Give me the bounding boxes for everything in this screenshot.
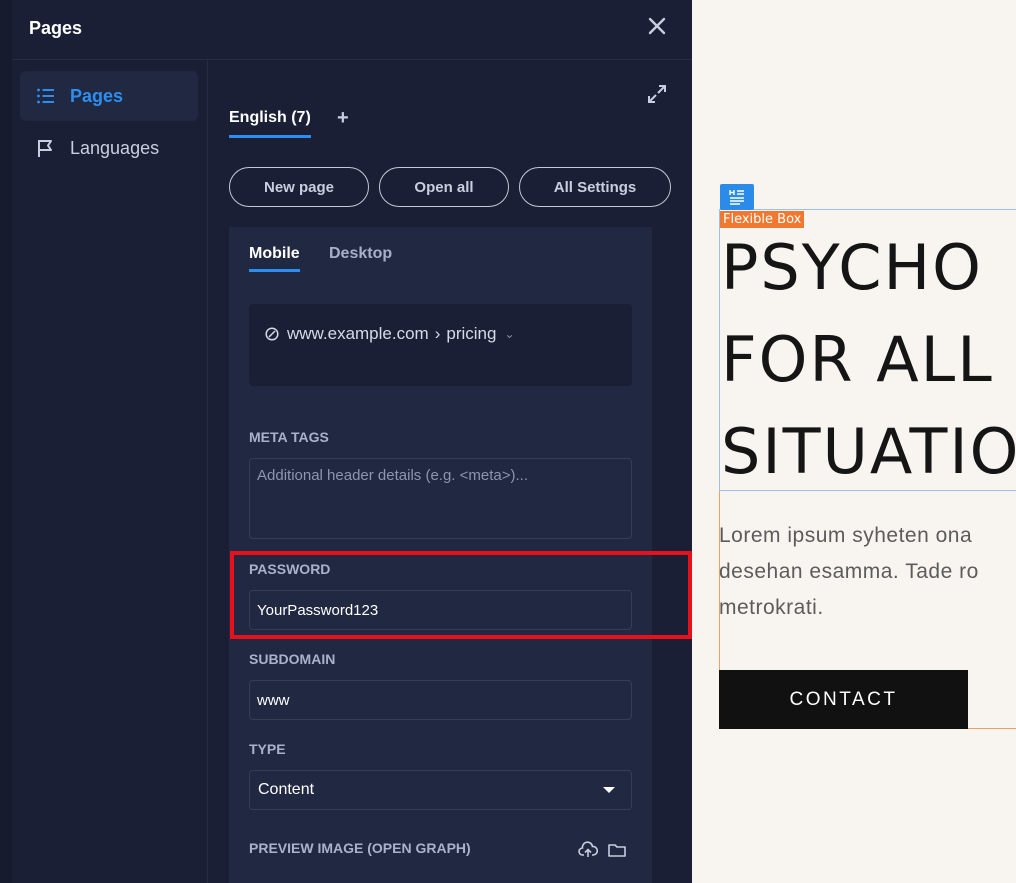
open-all-button[interactable]: Open all bbox=[379, 167, 509, 207]
body-text-line: desehan esamma. Tade ro bbox=[719, 560, 979, 583]
preview-image-label: PREVIEW IMAGE (OPEN GRAPH) bbox=[249, 840, 471, 856]
body-text-line: Lorem ipsum syheten ona bbox=[719, 524, 973, 547]
url-separator: › bbox=[434, 324, 441, 343]
panel-title: Pages bbox=[29, 18, 83, 38]
subdomain-label: SUBDOMAIN bbox=[249, 651, 336, 667]
body-text[interactable]: Lorem ipsum syheten ona desehan esamma. … bbox=[719, 518, 1016, 626]
all-settings-button[interactable]: All Settings bbox=[519, 167, 671, 207]
new-page-button[interactable]: New page bbox=[229, 167, 369, 207]
sidebar-item-label: Pages bbox=[70, 85, 124, 106]
sidebar-item-label: Languages bbox=[70, 137, 160, 158]
subdomain-field[interactable] bbox=[249, 680, 632, 720]
panel-edge bbox=[0, 0, 12, 883]
type-value: Content bbox=[258, 781, 315, 798]
chevron-down-icon: ⌄ bbox=[504, 327, 515, 341]
url-box: www.example.com › pricing ⌄ bbox=[249, 304, 632, 386]
hero-heading-line: PSYCHO bbox=[721, 231, 983, 304]
tab-desktop[interactable]: Desktop bbox=[329, 245, 392, 263]
upload-icon[interactable] bbox=[578, 840, 598, 860]
page-settings-card: Mobile Desktop www.example.com › pricing… bbox=[229, 227, 652, 883]
heading-icon bbox=[729, 190, 744, 205]
meta-tags-textarea[interactable] bbox=[249, 458, 632, 539]
sidebar-item-pages[interactable]: Pages bbox=[20, 71, 198, 121]
flag-icon bbox=[38, 140, 52, 157]
body-text-line: metrokrati. bbox=[719, 596, 824, 619]
heading-widget-handle[interactable] bbox=[720, 184, 754, 210]
url-selector[interactable]: www.example.com › pricing ⌄ bbox=[265, 324, 515, 344]
meta-tags-label: META TAGS bbox=[249, 429, 329, 445]
tab-english[interactable]: English (7) bbox=[229, 109, 311, 138]
tab-mobile[interactable]: Mobile bbox=[249, 245, 300, 272]
caret-down-icon bbox=[603, 787, 615, 793]
hero-heading-line: SITUATIO bbox=[721, 415, 1016, 488]
sidebar-item-languages[interactable]: Languages bbox=[20, 123, 198, 173]
type-label: TYPE bbox=[249, 741, 286, 757]
add-language-button[interactable]: + bbox=[337, 108, 349, 128]
url-page: pricing bbox=[446, 324, 497, 343]
hero-heading-line: FOR ALL bbox=[721, 323, 994, 396]
page-canvas: Flexible Box PSYCHO FOR ALL SITUATIO Lor… bbox=[692, 0, 1016, 883]
globe-icon bbox=[265, 327, 279, 341]
folder-icon[interactable] bbox=[607, 840, 627, 860]
close-icon[interactable] bbox=[647, 16, 667, 36]
contact-button[interactable]: CONTACT bbox=[719, 670, 968, 729]
list-icon bbox=[37, 88, 54, 104]
pages-main: English (7) + New page Open all All Sett… bbox=[209, 61, 692, 883]
password-field[interactable] bbox=[249, 590, 632, 630]
sidebar-nav: Pages Languages bbox=[12, 61, 208, 883]
hero-heading[interactable]: PSYCHO FOR ALL SITUATIO bbox=[721, 222, 1016, 498]
expand-icon[interactable] bbox=[646, 83, 668, 105]
password-label: PASSWORD bbox=[249, 561, 331, 577]
pages-panel: Pages Pages Languages English (7) + New … bbox=[0, 0, 692, 883]
type-select[interactable]: Content bbox=[249, 770, 632, 810]
panel-header: Pages bbox=[12, 0, 692, 60]
url-domain: www.example.com bbox=[287, 324, 429, 343]
